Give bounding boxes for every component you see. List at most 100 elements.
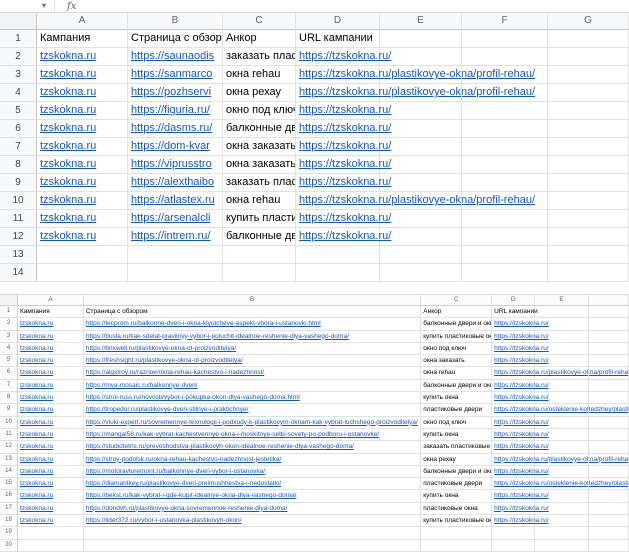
row-header[interactable]: 2 (0, 318, 18, 330)
cell-a13[interactable] (37, 246, 128, 264)
cell-link[interactable]: https://dom-kvar (131, 140, 210, 152)
cell-b8[interactable]: https://viprusstro (128, 156, 223, 174)
cell-e8[interactable] (380, 156, 462, 174)
column-header-a[interactable]: A (37, 13, 128, 30)
cell-link[interactable]: https://tzskokna.ru/ (299, 212, 391, 224)
cell-a9[interactable]: tzskokna.ru (37, 174, 128, 192)
column-header-b[interactable]: B (128, 13, 223, 30)
cell-b5[interactable]: https://freshsight.ru/plastikovye-okna-o… (84, 355, 421, 367)
cell-a4[interactable]: tzskokna.ru (18, 343, 84, 355)
column-header-b[interactable]: B (84, 295, 421, 306)
cell-f7[interactable] (462, 138, 548, 156)
cell-edge13[interactable] (589, 454, 629, 466)
cell-a11[interactable]: tzskokna.ru (18, 429, 84, 441)
cell-link[interactable]: https://diamantkey.ru/plastikovye-dveri-… (86, 480, 281, 487)
cell-a12[interactable]: tzskokna.ru (37, 228, 128, 246)
cell-a18[interactable]: tzskokna.ru (18, 515, 84, 527)
column-header-a[interactable]: A (18, 295, 84, 306)
cell-link[interactable]: https://tecprom.ru/balkonne-dveri-i-okna… (86, 320, 321, 327)
cell-link[interactable]: https://alexthaibo (131, 176, 214, 188)
cell-b8[interactable]: https://stroi-russ.ru/novosti/vybor-i-po… (84, 392, 421, 404)
cell-c10[interactable]: окна rehau (223, 192, 296, 210)
row-header[interactable]: 14 (0, 466, 18, 478)
cell-d17[interactable]: https://tzskokna.ru/ (492, 503, 535, 515)
cell-d9[interactable]: https://tzskokna.ru/osteklenie-kottedzhe… (492, 404, 535, 416)
row-header[interactable]: 1 (0, 30, 37, 48)
cell-b11[interactable]: https://arsenalcli (128, 210, 223, 228)
row-header[interactable]: 4 (0, 84, 37, 102)
cell-c5[interactable]: окно под ключ (223, 102, 296, 120)
cell-c11[interactable]: купить окна (421, 429, 492, 441)
cell-link[interactable]: https://dasms.ru/ (131, 122, 212, 134)
column-header-f[interactable]: F (462, 13, 548, 30)
cell-link[interactable]: tzskokna.ru (40, 158, 96, 170)
cell-link[interactable]: tzskokna.ru (40, 104, 96, 116)
row-header[interactable]: 8 (0, 392, 18, 404)
cell-a8[interactable]: tzskokna.ru (37, 156, 128, 174)
cell-link[interactable]: https://tzskokna.ru/ (299, 122, 391, 134)
cell-edge11[interactable] (589, 429, 629, 441)
cell-link[interactable]: https://motoravtoremont.ru/balkonnye-dve… (86, 468, 265, 475)
cell-c19[interactable] (421, 527, 492, 539)
cell-d16[interactable]: https://tzskokna.ru/ (492, 490, 535, 502)
cell-link[interactable]: https://intrem.ru/ (131, 230, 210, 242)
cell-link[interactable]: tzskokna.ru (20, 345, 53, 352)
cell-a3[interactable]: tzskokna.ru (37, 66, 128, 84)
cell-link[interactable]: tzskokna.ru (20, 492, 53, 499)
cell-b4[interactable]: https://pozhservi (128, 84, 223, 102)
cell-c4[interactable]: окно под ключ (421, 343, 492, 355)
cell-e20[interactable] (535, 540, 589, 552)
cell-link[interactable]: https://tzskokna.ru/ (299, 50, 391, 62)
row-header[interactable]: 7 (0, 380, 18, 392)
cell-b17[interactable]: https://dondvh.ru/plastikovye-okna-sovre… (84, 503, 421, 515)
cell-b1[interactable]: Страница с обзором (84, 306, 421, 318)
cell-a20[interactable] (18, 540, 84, 552)
row-header[interactable]: 3 (0, 331, 18, 343)
cell-a5[interactable]: tzskokna.ru (18, 355, 84, 367)
cell-edge7[interactable] (589, 380, 629, 392)
cell-a5[interactable]: tzskokna.ru (37, 102, 128, 120)
cell-link[interactable]: https://tzskokna.ru/ (299, 230, 391, 242)
cell-d12[interactable]: https://tzskokna.ru/ (492, 441, 535, 453)
cell-g3[interactable] (548, 66, 629, 84)
cell-b14[interactable] (128, 264, 223, 282)
cell-d18[interactable]: https://tzskokna.ru/ (492, 515, 535, 527)
cell-f9[interactable] (462, 174, 548, 192)
cell-c13[interactable]: окна рехау (421, 454, 492, 466)
cell-b1[interactable]: Страница с обзором (128, 30, 223, 48)
cell-e10[interactable] (535, 417, 589, 429)
cell-b9[interactable]: https://alexthaibo (128, 174, 223, 192)
cell-link[interactable]: https://tzskokna.ru/ (299, 140, 391, 152)
cell-d15[interactable]: https://tzskokna.ru/osteklenie-kottedzhe… (492, 478, 535, 490)
cell-g9[interactable] (548, 174, 629, 192)
cell-edge12[interactable] (589, 441, 629, 453)
cell-link[interactable]: https://mva-mosaic.ru/balkonnye-dveri/ (86, 382, 198, 389)
cell-c7[interactable]: балконные двери и окна (421, 380, 492, 392)
cell-d4[interactable]: https://tzskokna.ru/plastikovye-okna/pro… (296, 84, 380, 102)
cell-f6[interactable] (462, 120, 548, 138)
cell-d11[interactable]: https://tzskokna.ru/ (296, 210, 380, 228)
cell-c2[interactable]: заказать пластиковые окна (223, 48, 296, 66)
cell-b14[interactable]: https://motoravtoremont.ru/balkonnye-dve… (84, 466, 421, 478)
cell-e9[interactable] (380, 174, 462, 192)
cell-c15[interactable]: пластиковые двери (421, 478, 492, 490)
cell-f8[interactable] (462, 156, 548, 174)
cell-edge20[interactable] (589, 540, 629, 552)
cell-edge9[interactable] (589, 404, 629, 416)
row-header[interactable]: 18 (0, 515, 18, 527)
cell-d19[interactable] (492, 527, 535, 539)
cell-g4[interactable] (548, 84, 629, 102)
cell-a16[interactable]: tzskokna.ru (18, 490, 84, 502)
cell-link[interactable]: tzskokna.ru (20, 505, 53, 512)
cell-a2[interactable]: tzskokna.ru (37, 48, 128, 66)
row-header[interactable]: 16 (0, 490, 18, 502)
cell-link[interactable]: https://atlastex.ru (131, 194, 215, 206)
cell-a3[interactable]: tzskokna.ru (18, 331, 84, 343)
cell-c3[interactable]: окна rehau (223, 66, 296, 84)
cell-f11[interactable] (462, 210, 548, 228)
cell-a19[interactable] (18, 527, 84, 539)
cell-f1[interactable] (462, 30, 548, 48)
cell-a17[interactable]: tzskokna.ru (18, 503, 84, 515)
cell-link[interactable]: https://saunaodis (131, 50, 214, 62)
cell-a12[interactable]: tzskokna.ru (18, 441, 84, 453)
